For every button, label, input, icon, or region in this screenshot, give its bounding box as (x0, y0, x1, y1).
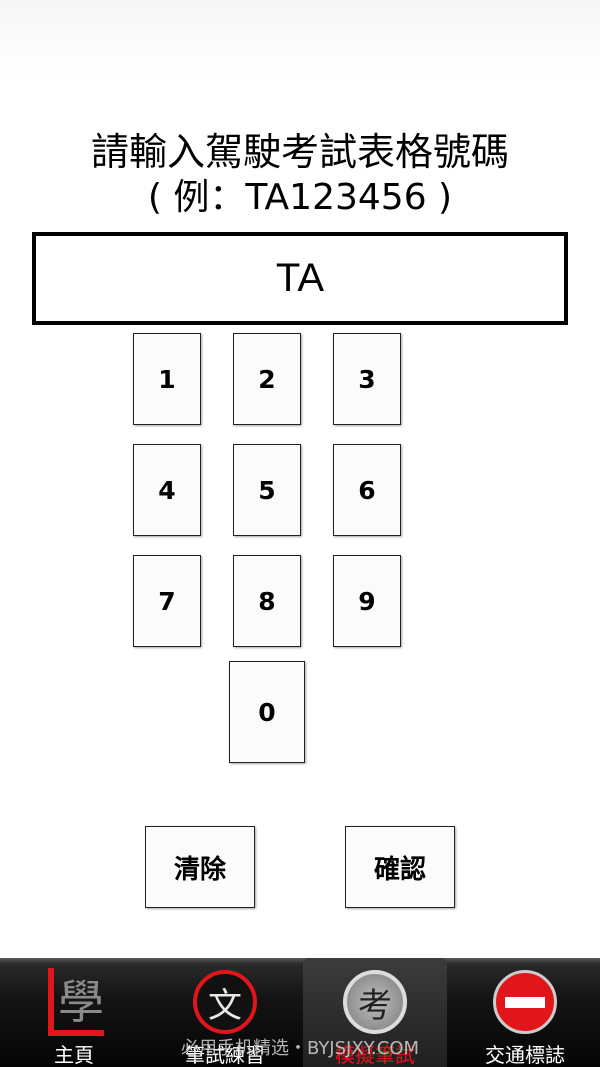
key-3[interactable]: 3 (333, 333, 401, 425)
form-number-field[interactable]: TA (32, 232, 568, 325)
key-6[interactable]: 6 (333, 444, 401, 536)
key-1[interactable]: 1 (133, 333, 201, 425)
key-4[interactable]: 4 (133, 444, 201, 536)
kao-char-icon: 考 (343, 970, 407, 1034)
key-9[interactable]: 9 (333, 555, 401, 647)
clear-button[interactable]: 清除 (145, 826, 255, 908)
key-8[interactable]: 8 (233, 555, 301, 647)
key-5[interactable]: 5 (233, 444, 301, 536)
key-0[interactable]: 0 (229, 661, 305, 763)
xue-char-icon: 學 (48, 968, 104, 1036)
wen-char-icon: 文 (193, 970, 257, 1034)
no-entry-icon (493, 970, 557, 1034)
confirm-button[interactable]: 確認 (345, 826, 455, 908)
prompt-title: 請輸入駕駛考試表格號碼 (90, 130, 509, 174)
watermark-text: 必用手机精选・BYJSJXY.COM (180, 1038, 420, 1059)
key-7[interactable]: 7 (133, 555, 201, 647)
prompt-text: 請輸入駕駛考試表格號碼 ( 例：TA123456 ) (0, 128, 600, 220)
status-bar-area (0, 0, 600, 80)
key-2[interactable]: 2 (233, 333, 301, 425)
prompt-example: ( 例：TA123456 ) (147, 177, 453, 218)
